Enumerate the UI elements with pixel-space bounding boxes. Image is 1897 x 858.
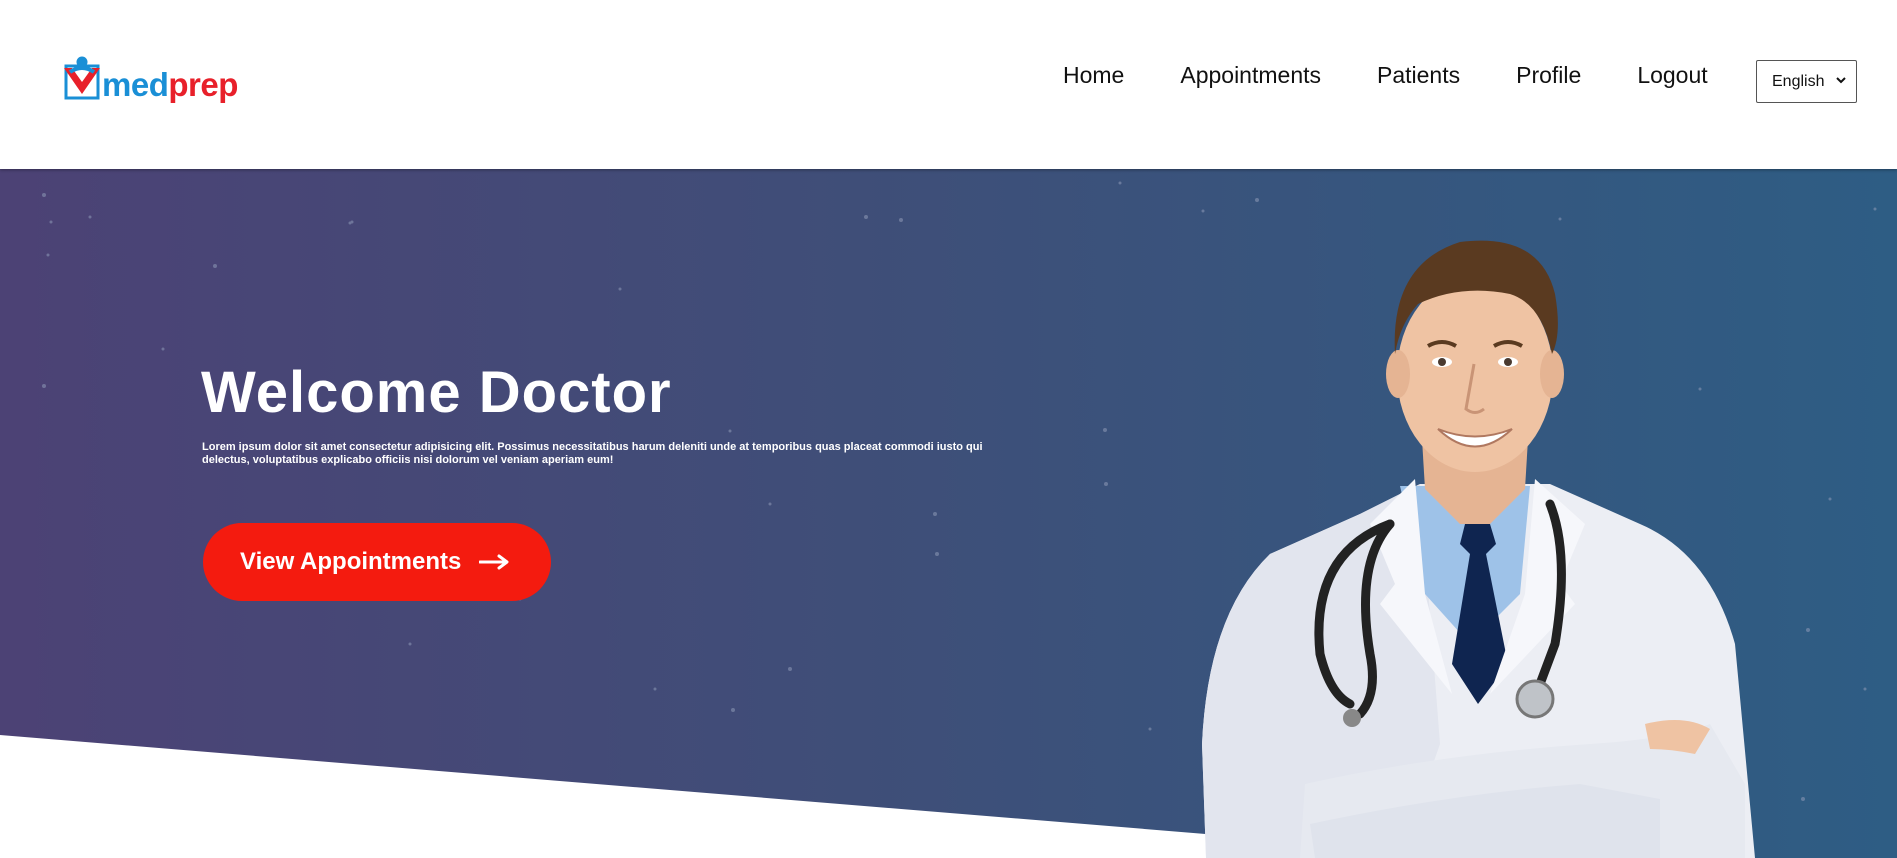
hero-title: Welcome Doctor — [201, 360, 672, 425]
nav-appointments[interactable]: Appointments — [1180, 62, 1321, 89]
view-appointments-button[interactable]: View Appointments — [203, 523, 551, 601]
logo-figure-icon — [64, 56, 100, 100]
logo-wordmark: medprep — [102, 66, 238, 104]
logo-med: med — [102, 66, 169, 103]
nav-logout[interactable]: Logout — [1637, 62, 1707, 89]
hero-description: Lorem ipsum dolor sit amet consectetur a… — [202, 441, 983, 466]
doctor-photo — [1202, 240, 1755, 858]
nav-patients[interactable]: Patients — [1377, 62, 1460, 89]
site-header: medprep Home Appointments Patients Profi… — [0, 0, 1897, 169]
hero-banner: Welcome Doctor Lorem ipsum dolor sit ame… — [0, 169, 1897, 858]
main-nav: Home Appointments Patients Profile Logou… — [1063, 62, 1708, 89]
nav-home[interactable]: Home — [1063, 62, 1124, 89]
view-appointments-label: View Appointments — [240, 548, 462, 575]
chevron-down-icon — [1836, 77, 1846, 84]
nav-profile[interactable]: Profile — [1516, 62, 1581, 89]
medprep-logo[interactable]: medprep — [62, 52, 252, 112]
language-select-value: English — [1772, 72, 1825, 90]
logo-prep: prep — [168, 66, 238, 103]
arrow-right-icon — [479, 554, 509, 570]
language-select[interactable]: English — [1756, 60, 1857, 103]
